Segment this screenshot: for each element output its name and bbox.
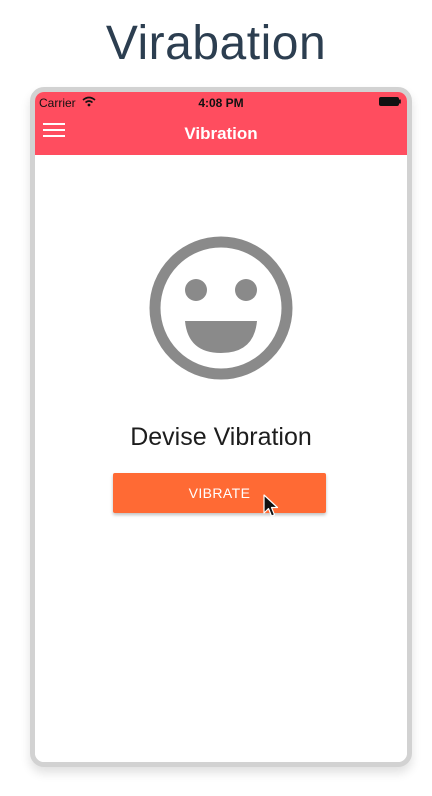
status-bar: Carrier 4:08 PM [35, 92, 407, 112]
nav-bar: Carrier 4:08 PM Vibration [35, 92, 407, 155]
phone-frame: Carrier 4:08 PM Vibration Devise Vibrati… [30, 87, 412, 767]
cursor-icon [263, 494, 279, 517]
nav-title: Vibration [184, 124, 258, 143]
heading: Devise Vibration [130, 423, 312, 451]
main-content: Devise Vibration VIBRATE [35, 155, 407, 762]
smiley-icon [149, 236, 293, 380]
vibrate-button[interactable]: VIBRATE [113, 473, 326, 513]
page-title: Virabation [105, 17, 327, 70]
battery-icon [379, 97, 401, 106]
status-time: 4:08 PM [198, 96, 244, 110]
